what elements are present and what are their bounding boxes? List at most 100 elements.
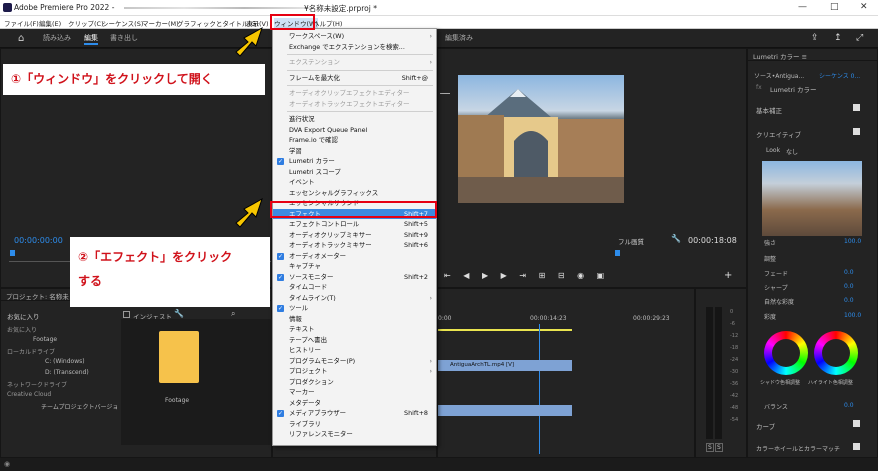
lumetri-tab[interactable]: Lumetri カラー ≡ bbox=[748, 49, 877, 61]
window-menu-item-29[interactable]: 情報 bbox=[273, 314, 436, 325]
window-menu-item-16[interactable]: イベント bbox=[273, 177, 436, 188]
solo-left-button[interactable]: S bbox=[706, 443, 714, 452]
tree-row-footage[interactable]: Footage bbox=[33, 336, 57, 343]
compare-icon[interactable]: ▣ bbox=[597, 271, 605, 280]
window-menu-item-22[interactable]: オーディオトラックミキサー Shift+6 bbox=[273, 240, 436, 251]
add-button-icon[interactable]: + bbox=[724, 270, 732, 281]
fade-value[interactable]: 0.0 bbox=[844, 269, 854, 276]
window-menu-item-36[interactable]: マーカー bbox=[273, 387, 436, 398]
window-menu-item-31[interactable]: テープへ書出 bbox=[273, 335, 436, 346]
adjust-label[interactable]: 調整 bbox=[764, 254, 776, 263]
window-menu-item-26[interactable]: タイムコード bbox=[273, 282, 436, 293]
window-menu-item-39[interactable]: ライブラリ bbox=[273, 419, 436, 430]
creative-checkbox[interactable] bbox=[853, 128, 860, 135]
maximize-button[interactable]: □ bbox=[830, 2, 839, 12]
quick-export-icon[interactable]: ⇪ bbox=[811, 33, 819, 43]
tree-row-team-project[interactable]: チームプロジェクトバージョ bbox=[41, 402, 118, 411]
location-dropdown[interactable]: お気に入り bbox=[7, 311, 40, 321]
window-menu-item-30[interactable]: テキスト bbox=[273, 324, 436, 335]
color-wheels-label[interactable]: カラーホイールとカラーマッチ bbox=[756, 444, 840, 453]
tree-row-local-drive[interactable]: ローカルドライブ bbox=[7, 347, 55, 356]
source-playhead-icon[interactable] bbox=[10, 250, 15, 256]
window-menu-item-10[interactable]: 進行状況 bbox=[273, 114, 436, 125]
window-menu-item-24[interactable]: キャプチャ bbox=[273, 261, 436, 272]
program-playhead-icon[interactable] bbox=[615, 250, 620, 256]
menu-clip[interactable]: クリップ(C) bbox=[68, 18, 104, 28]
step-forward-icon[interactable]: ▶ bbox=[501, 271, 507, 280]
window-menu-item-35[interactable]: プロダクション bbox=[273, 377, 436, 388]
wrench-icon[interactable]: 🔧 bbox=[671, 234, 681, 243]
share-icon[interactable]: ↥ bbox=[834, 33, 842, 43]
minimize-button[interactable]: — bbox=[798, 2, 807, 12]
look-dropdown[interactable]: なし bbox=[786, 147, 798, 156]
window-menu-item-28[interactable]: ✓ ツール bbox=[273, 303, 436, 314]
saturation-value[interactable]: 100.0 bbox=[844, 312, 861, 319]
window-menu-item-32[interactable]: ヒストリー bbox=[273, 345, 436, 356]
tree-row-creative-cloud[interactable]: Creative Cloud bbox=[7, 391, 51, 398]
shadow-tint-wheel[interactable] bbox=[764, 331, 808, 375]
tab-edit[interactable]: 編集 bbox=[84, 33, 98, 45]
camera-icon[interactable]: ◉ bbox=[577, 271, 584, 280]
window-menu-item-37[interactable]: メタデータ bbox=[273, 398, 436, 409]
window-menu-item-1[interactable]: Exchange でエクステンションを検索... bbox=[273, 42, 436, 53]
window-menu-item-11[interactable]: DVA Export Queue Panel bbox=[273, 125, 436, 136]
ingest-checkbox[interactable] bbox=[123, 311, 130, 318]
window-menu-item-5[interactable]: フレームを最大化 Shift+@ bbox=[273, 73, 436, 84]
mark-out-icon[interactable]: ⇥ bbox=[519, 271, 526, 280]
window-menu-item-21[interactable]: オーディオクリップミキサー Shift+9 bbox=[273, 230, 436, 241]
program-fit-select[interactable]: フル画質 bbox=[618, 236, 644, 246]
menu-marker[interactable]: マーカー(M) bbox=[142, 18, 179, 28]
work-area-bar[interactable] bbox=[438, 329, 572, 331]
timeline-playhead[interactable] bbox=[539, 324, 540, 454]
audio-clip[interactable] bbox=[438, 405, 572, 416]
video-clip[interactable]: AntiguaArchTL.mp4 [V] bbox=[438, 360, 572, 371]
close-button[interactable]: ✕ bbox=[860, 2, 868, 12]
menu-edit[interactable]: 編集(E) bbox=[39, 18, 61, 28]
window-menu-item-23[interactable]: ✓ オーディオメーター bbox=[273, 251, 436, 262]
step-back-icon[interactable]: ◀ bbox=[463, 271, 469, 280]
wrench-icon[interactable]: 🔧 bbox=[174, 309, 184, 318]
window-menu-item-14[interactable]: ✓ Lumetri カラー bbox=[273, 156, 436, 167]
vibrance-value[interactable]: 0.0 bbox=[844, 297, 854, 304]
tree-row-favorites[interactable]: お気に入り bbox=[7, 325, 37, 334]
tree-row-c-drive[interactable]: C: (Windows) bbox=[45, 358, 85, 365]
window-menu-item-40[interactable]: リファレンスモニター bbox=[273, 429, 436, 440]
tab-export[interactable]: 書き出し bbox=[110, 33, 138, 43]
menu-help[interactable]: ヘルプ(H) bbox=[313, 18, 342, 28]
lumetri-source-row[interactable]: ソース•Antigua... bbox=[754, 71, 804, 80]
window-menu-item-25[interactable]: ✓ ソースモニター Shift+2 bbox=[273, 272, 436, 283]
mark-in-icon[interactable]: ⇤ bbox=[444, 271, 451, 280]
basic-checkbox[interactable] bbox=[853, 104, 860, 111]
menu-file[interactable]: ファイル(F) bbox=[4, 18, 39, 28]
fullscreen-icon[interactable]: ⤢ bbox=[856, 33, 863, 43]
window-menu-item-27[interactable]: タイムライン(T) › bbox=[273, 293, 436, 304]
highlight-tint-wheel[interactable] bbox=[814, 331, 858, 375]
window-menu-item-33[interactable]: プログラムモニター(P) › bbox=[273, 356, 436, 367]
solo-right-button[interactable]: S bbox=[715, 443, 723, 452]
tree-row-d-drive[interactable]: D: (Transcend) bbox=[45, 369, 89, 376]
window-menu-item-34[interactable]: プロジェクト › bbox=[273, 366, 436, 377]
play-icon[interactable]: ▶ bbox=[482, 271, 488, 280]
window-menu-item-20[interactable]: エフェクトコントロール Shift+5 bbox=[273, 219, 436, 230]
color-wheels-checkbox[interactable] bbox=[853, 443, 860, 450]
window-menu-item-13[interactable]: 学習 bbox=[273, 146, 436, 157]
curves-checkbox[interactable] bbox=[853, 420, 860, 427]
lift-icon[interactable]: ⊞ bbox=[539, 271, 546, 280]
folder-icon[interactable] bbox=[159, 331, 199, 383]
search-icon[interactable]: ⌕ bbox=[231, 309, 235, 319]
window-menu-item-15[interactable]: Lumetri スコープ bbox=[273, 167, 436, 178]
window-menu-item-0[interactable]: ワークスペース(W) › bbox=[273, 31, 436, 42]
look-preview-thumb[interactable] bbox=[762, 161, 862, 236]
extract-icon[interactable]: ⊟ bbox=[558, 271, 565, 280]
creative-label[interactable]: クリエイティブ bbox=[756, 129, 801, 139]
lumetri-sequence-row[interactable]: シーケンス 0... bbox=[819, 71, 860, 80]
basic-correction-label[interactable]: 基本補正 bbox=[756, 105, 782, 115]
balance-value[interactable]: 0.0 bbox=[844, 402, 854, 409]
home-icon[interactable]: ⌂ bbox=[18, 33, 24, 44]
tree-row-network[interactable]: ネットワークドライブ bbox=[7, 380, 67, 389]
window-menu-item-38[interactable]: ✓ メディアブラウザー Shift+8 bbox=[273, 408, 436, 419]
intensity-value[interactable]: 100.0 bbox=[844, 238, 861, 245]
sharpen-value[interactable]: 0.0 bbox=[844, 283, 854, 290]
menu-sequence[interactable]: シーケンス(S) bbox=[102, 18, 143, 28]
window-menu-item-17[interactable]: エッセンシャルグラフィックス bbox=[273, 188, 436, 199]
